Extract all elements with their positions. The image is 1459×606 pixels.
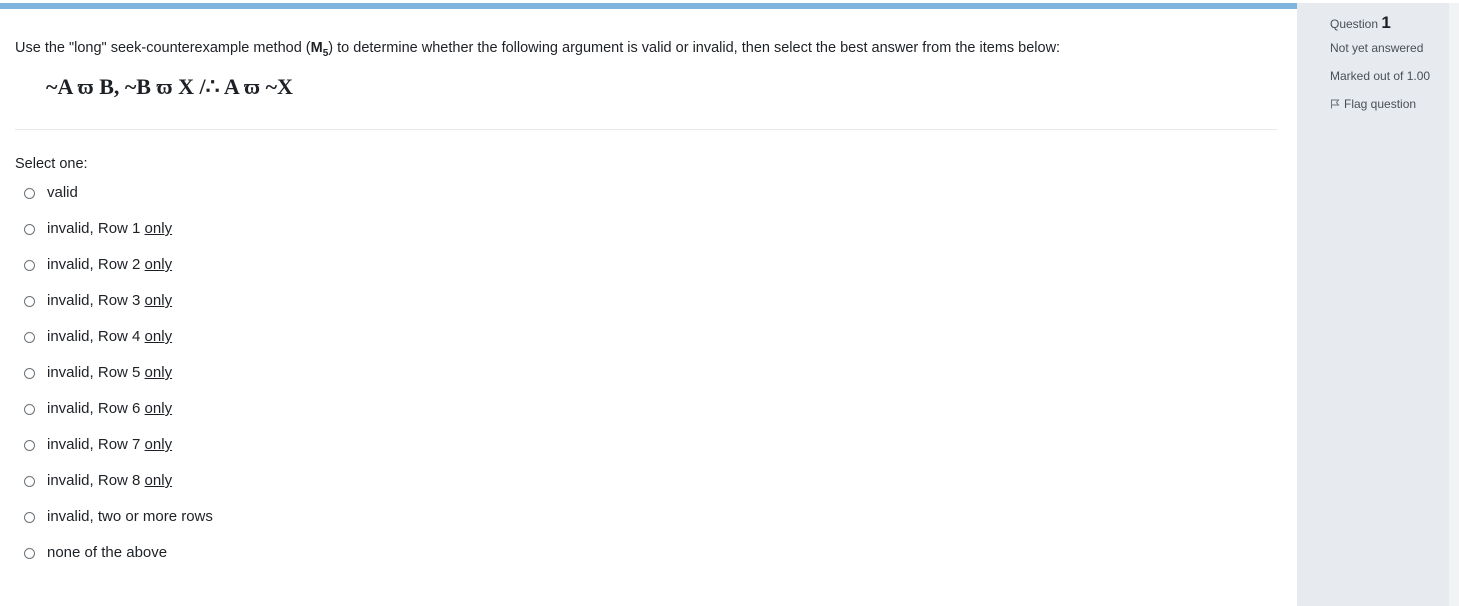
question-content: Use the "long" seek-counterexample metho…: [0, 0, 1297, 606]
answer-option[interactable]: invalid, Row 6 only: [24, 400, 213, 436]
answer-option-text: invalid, two or more rows: [47, 508, 213, 525]
divider: [15, 129, 1277, 130]
radio-button[interactable]: [24, 188, 35, 199]
question-info-panel: Question 1 Not yet answered Marked out o…: [1297, 3, 1449, 606]
answer-option[interactable]: invalid, Row 1 only: [24, 220, 213, 256]
radio-button[interactable]: [24, 512, 35, 523]
question-top-bar: [0, 3, 1297, 9]
question-status: Not yet answered: [1330, 41, 1424, 55]
answer-option-emphasis: only: [144, 400, 173, 417]
answer-option-text: invalid, Row 4: [47, 328, 145, 345]
answer-option[interactable]: invalid, Row 5 only: [24, 364, 213, 400]
flag-icon: [1331, 99, 1340, 109]
answer-option-text: invalid, Row 7: [47, 436, 145, 453]
radio-button[interactable]: [24, 476, 35, 487]
answer-option[interactable]: invalid, Row 3 only: [24, 292, 213, 328]
quiz-page: Use the "long" seek-counterexample metho…: [0, 0, 1459, 606]
radio-button[interactable]: [24, 368, 35, 379]
answer-option-text: invalid, Row 8: [47, 472, 145, 489]
question-number: 1: [1381, 13, 1391, 32]
answer-option-text: valid: [47, 184, 78, 201]
answer-option-label: invalid, Row 5 only: [47, 364, 172, 381]
radio-button[interactable]: [24, 440, 35, 451]
question-number-label: Question 1: [1330, 13, 1391, 33]
answer-option-text: none of the above: [47, 544, 168, 561]
answer-option[interactable]: invalid, Row 4 only: [24, 328, 213, 364]
answer-option-emphasis: only: [144, 436, 173, 453]
panel-edge: [1449, 3, 1459, 606]
flag-question-link[interactable]: Flag question: [1330, 97, 1416, 111]
method-name: M: [310, 40, 323, 56]
answer-option-text: invalid, Row 3: [47, 292, 145, 309]
answer-option-text: invalid, Row 2: [47, 256, 145, 273]
answer-option-label: invalid, two or more rows: [47, 508, 213, 525]
prompt-before: Use the "long" seek-counterexample metho…: [15, 40, 311, 56]
radio-button[interactable]: [24, 548, 35, 559]
answer-options: valid invalid, Row 1 only invalid, Row 2 o…: [24, 184, 213, 580]
answer-option-label: valid: [47, 184, 78, 201]
answer-option-label: invalid, Row 8 only: [47, 472, 172, 489]
question-marks: Marked out of 1.00: [1330, 69, 1431, 83]
answer-option-emphasis: only: [144, 220, 173, 237]
radio-button[interactable]: [24, 224, 35, 235]
answer-option[interactable]: none of the above: [24, 544, 213, 580]
radio-button[interactable]: [24, 332, 35, 343]
flag-label: Flag question: [1344, 97, 1417, 111]
answer-option[interactable]: valid: [24, 184, 213, 220]
answer-option-label: invalid, Row 4 only: [47, 328, 172, 345]
answer-option-text: invalid, Row 5: [47, 364, 145, 381]
radio-button[interactable]: [24, 404, 35, 415]
answer-option-label: invalid, Row 2 only: [47, 256, 172, 273]
answer-option[interactable]: invalid, Row 2 only: [24, 256, 213, 292]
question-prompt: Use the "long" seek-counterexample metho…: [15, 40, 1060, 59]
select-one-label: Select one:: [15, 156, 88, 172]
answer-option-label: invalid, Row 1 only: [47, 220, 172, 237]
radio-button[interactable]: [24, 260, 35, 271]
argument-formula: ~A ϖ B, ~B ϖ X /∴ A ϖ ~X: [46, 74, 293, 99]
answer-option[interactable]: invalid, Row 8 only: [24, 472, 213, 508]
prompt-after: ) to determine whether the following arg…: [328, 40, 1061, 56]
answer-option[interactable]: invalid, Row 7 only: [24, 436, 213, 472]
answer-option-emphasis: only: [144, 292, 173, 309]
question-label: Question: [1330, 17, 1382, 31]
answer-option-text: invalid, Row 1: [47, 220, 145, 237]
answer-option-label: none of the above: [47, 544, 167, 561]
answer-option-text: invalid, Row 6: [47, 400, 145, 417]
answer-option[interactable]: invalid, two or more rows: [24, 508, 213, 544]
answer-option-label: invalid, Row 3 only: [47, 292, 172, 309]
answer-option-emphasis: only: [144, 364, 173, 381]
answer-option-emphasis: only: [144, 256, 173, 273]
answer-option-emphasis: only: [144, 328, 173, 345]
answer-option-label: invalid, Row 6 only: [47, 400, 172, 417]
answer-option-emphasis: only: [144, 472, 173, 489]
radio-button[interactable]: [24, 296, 35, 307]
answer-option-label: invalid, Row 7 only: [47, 436, 172, 453]
